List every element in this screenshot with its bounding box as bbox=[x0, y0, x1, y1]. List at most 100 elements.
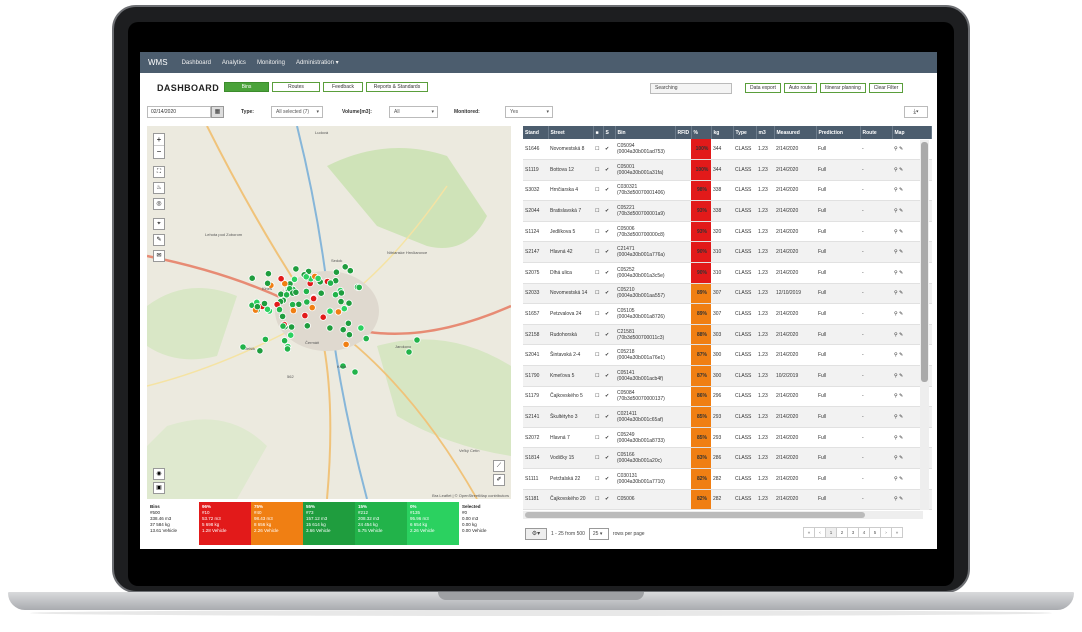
col-m3[interactable]: m3 bbox=[756, 126, 775, 139]
horizontal-scroll-thumb[interactable] bbox=[525, 512, 865, 518]
nav-dashboard[interactable]: Dashboard bbox=[182, 60, 211, 66]
table-row[interactable]: S2033 Novomestská 14 ☐ ✔ C05210 (0004a30b001a… bbox=[523, 283, 932, 305]
layers-icon[interactable]: ◎ bbox=[153, 198, 165, 210]
checkbox-icon[interactable]: ☐ bbox=[593, 324, 603, 346]
table-row[interactable]: S1657 Petzvalova 24 ☐ ✔ C05105 (0004a30b001a8… bbox=[523, 303, 932, 325]
bin-marker[interactable] bbox=[287, 331, 295, 339]
checkbox-icon[interactable]: ☐ bbox=[593, 406, 603, 428]
bin-marker[interactable] bbox=[281, 337, 289, 345]
tab-reports[interactable]: Reports & Standards bbox=[366, 82, 428, 92]
calendar-icon[interactable]: ▦ bbox=[211, 106, 224, 118]
bin-marker[interactable] bbox=[340, 305, 348, 313]
checkbox-icon[interactable]: ☐ bbox=[593, 303, 603, 325]
bin-marker[interactable] bbox=[337, 298, 345, 306]
table-row[interactable]: S2147 Hlavná 42 ☐ ✔ C21471 (0004a30b001a776a)… bbox=[523, 241, 932, 264]
col-select[interactable]: ■ bbox=[593, 126, 604, 139]
camera-icon[interactable]: ◉ bbox=[153, 468, 165, 480]
gear-icon[interactable]: ⚙▾ bbox=[525, 528, 547, 540]
bin-marker[interactable] bbox=[260, 299, 269, 308]
checkbox-icon[interactable]: ☐ bbox=[593, 241, 603, 264]
checkbox-icon[interactable]: ☐ bbox=[593, 200, 603, 222]
bin-marker[interactable] bbox=[326, 324, 334, 332]
bin-marker[interactable] bbox=[261, 335, 270, 343]
bin-marker[interactable] bbox=[326, 279, 335, 287]
bin-marker[interactable] bbox=[302, 287, 310, 295]
table-row[interactable]: S2075 Dlhá ulica ☐ ✔ C05252 (0004a30b001a3c5e… bbox=[523, 262, 932, 284]
bin-marker[interactable] bbox=[253, 303, 262, 311]
bin-marker[interactable] bbox=[345, 331, 353, 339]
zoom-out-button[interactable]: − bbox=[154, 146, 164, 158]
bin-marker[interactable] bbox=[283, 291, 291, 299]
edit-icon[interactable]: ✐ bbox=[493, 474, 505, 486]
bin-marker[interactable] bbox=[310, 295, 318, 303]
bin-marker[interactable] bbox=[337, 289, 345, 297]
fire-icon[interactable]: ♨ bbox=[153, 182, 165, 194]
checkbox-icon[interactable]: ☐ bbox=[593, 344, 603, 367]
bin-marker[interactable] bbox=[345, 299, 353, 307]
checkbox-icon[interactable]: ☐ bbox=[593, 386, 603, 408]
col-percent[interactable]: % bbox=[691, 126, 712, 139]
tab-feedback[interactable]: Feedback bbox=[323, 82, 363, 92]
table-row[interactable]: S2141 Škultétyho 3 ☐ ✔ C021411 (0004a30b001c6… bbox=[523, 406, 932, 428]
download-button[interactable]: ⤓▾ bbox=[904, 106, 928, 118]
bin-marker[interactable] bbox=[357, 324, 365, 332]
table-row[interactable]: S1119 Bottova 12 ☐ ✔ C05001 (0004a30b001a31fa… bbox=[523, 159, 932, 181]
vertical-scroll-thumb[interactable] bbox=[921, 142, 928, 382]
checkbox-icon[interactable]: ☐ bbox=[593, 447, 603, 469]
bin-marker[interactable] bbox=[295, 300, 303, 308]
bin-marker[interactable] bbox=[334, 308, 342, 316]
bin-marker[interactable] bbox=[342, 340, 350, 348]
tab-bins[interactable]: Bins bbox=[224, 82, 269, 92]
bin-marker[interactable] bbox=[331, 291, 340, 299]
bin-marker[interactable] bbox=[289, 301, 297, 309]
clear-filter-button[interactable]: Clear Filter bbox=[868, 83, 904, 93]
bin-marker[interactable] bbox=[405, 348, 413, 356]
bin-marker[interactable] bbox=[351, 368, 359, 376]
bin-marker[interactable] bbox=[332, 268, 340, 276]
bin-marker[interactable] bbox=[301, 312, 309, 320]
draw-icon[interactable]: ✎ bbox=[153, 234, 165, 246]
col-status[interactable]: S bbox=[603, 126, 616, 139]
table-row[interactable]: S1181 Čajkovského 20 ☐ ✔ C05006 82% 282 CLASS 1.… bbox=[523, 489, 932, 510]
table-row[interactable]: S2158 Rudohorská ☐ ✔ C21581 (70b3d500700011c3… bbox=[523, 324, 932, 346]
bin-marker[interactable] bbox=[317, 289, 325, 297]
table-row[interactable]: S1111 Petržalská 22 ☐ ✔ C030131 (0004a30b001a… bbox=[523, 468, 932, 490]
bin-marker[interactable] bbox=[289, 307, 297, 315]
map-view[interactable]: + − ⛶ ♨ ◎ ⌖ ✎ ✉ ◉ ▣ ⟋ ✐ Ludová Sedok Kin… bbox=[147, 126, 511, 499]
bin-marker[interactable] bbox=[319, 313, 327, 321]
bin-marker[interactable] bbox=[288, 323, 296, 331]
itinerary-planning-button[interactable]: Itinerar planning bbox=[819, 83, 866, 93]
bin-marker[interactable] bbox=[292, 265, 300, 273]
col-bin[interactable]: Bin bbox=[615, 126, 676, 139]
stat-0[interactable]: 0% #135 95.96 m3 6 654 kg 2.26 Vehicle bbox=[407, 502, 459, 545]
table-row[interactable]: S2072 Hlavná 7 ☐ ✔ C05249 (0004a30b001a8733) 8… bbox=[523, 427, 932, 449]
col-type[interactable]: Type bbox=[733, 126, 757, 139]
checkbox-icon[interactable]: ☐ bbox=[593, 262, 603, 284]
bin-marker[interactable] bbox=[279, 322, 287, 330]
pin-icon[interactable]: ⌖ bbox=[153, 218, 165, 230]
bin-marker[interactable] bbox=[326, 307, 334, 315]
table-row[interactable]: S2044 Bratislavská 7 ☐ ✔ C05221 (70b3d5007000… bbox=[523, 200, 932, 222]
table-row[interactable]: S1790 Kmeťova 5 ☐ ✔ C05141 (0004a30b001acb4f)… bbox=[523, 365, 932, 387]
search-input[interactable]: Searching bbox=[650, 83, 732, 94]
checkbox-icon[interactable]: ☐ bbox=[593, 159, 603, 181]
col-kg[interactable]: kg bbox=[711, 126, 734, 139]
table-row[interactable]: S2041 Šintavská 2-4 ☐ ✔ C05218 (0004a30b001a7… bbox=[523, 344, 932, 367]
monitored-select[interactable]: Yes ▾ bbox=[505, 106, 553, 118]
checkbox-icon[interactable]: ☐ bbox=[593, 180, 603, 202]
measure-icon[interactable]: ⟋ bbox=[493, 460, 505, 472]
bin-marker[interactable] bbox=[283, 345, 292, 353]
date-input[interactable]: 02/14/2020 bbox=[147, 106, 211, 118]
last-page-button[interactable]: » bbox=[891, 527, 903, 538]
col-measured[interactable]: Measured bbox=[774, 126, 817, 139]
col-map[interactable]: Map bbox=[892, 126, 932, 139]
fullscreen-icon[interactable]: ⛶ bbox=[153, 166, 165, 178]
col-rfid[interactable]: RFID bbox=[675, 126, 692, 139]
bin-marker[interactable] bbox=[303, 322, 311, 330]
bin-marker[interactable] bbox=[256, 347, 264, 355]
stat-96[interactable]: 96% #10 53.72 m3 5 698 kg 1.28 Vehicle bbox=[199, 502, 251, 545]
nav-monitoring[interactable]: Monitoring bbox=[257, 60, 285, 66]
bin-marker[interactable] bbox=[314, 274, 322, 282]
bin-marker[interactable] bbox=[344, 319, 352, 327]
bin-marker[interactable] bbox=[248, 274, 256, 282]
